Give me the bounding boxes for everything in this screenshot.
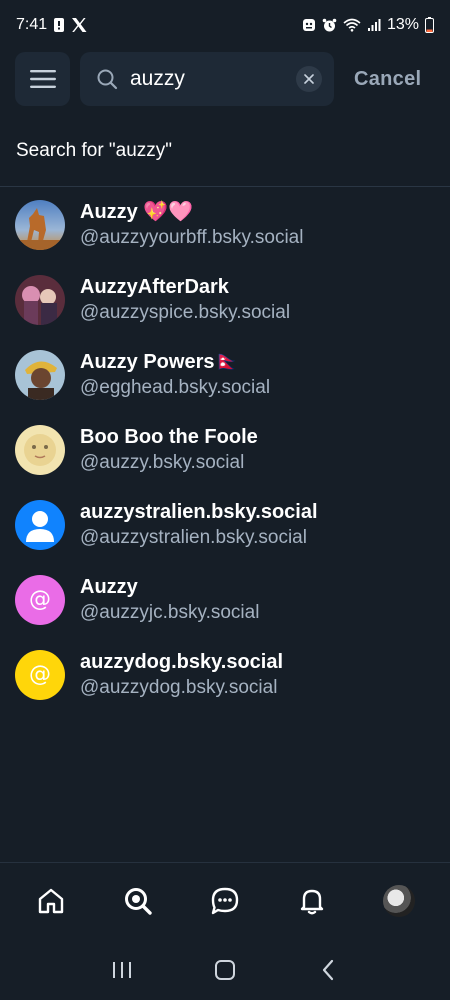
hamburger-menu-icon — [29, 70, 56, 88]
back-button[interactable] — [308, 950, 348, 990]
result-handle: @auzzy.bsky.social — [80, 451, 245, 473]
result-handle: @auzzystralien.bsky.social — [80, 526, 307, 548]
result-row[interactable]: @ Auzzy @auzzyjc.bsky.social — [0, 562, 450, 637]
bell-icon — [300, 889, 323, 914]
battery-percentage: 13% — [386, 16, 419, 33]
search-box[interactable] — [80, 52, 334, 106]
search-results-list: Auzzy 💖🩷 @auzzyyourbff.bsky.social Auzzy… — [0, 187, 450, 712]
search-input[interactable] — [130, 67, 280, 91]
nav-notifications[interactable] — [287, 876, 337, 926]
result-name: Boo Boo the Foole — [80, 425, 258, 448]
home-icon — [39, 888, 64, 913]
search-header: Cancel — [15, 52, 435, 106]
result-handle: @auzzyjc.bsky.social — [80, 601, 260, 623]
avatar — [15, 349, 65, 400]
battery-icon — [425, 17, 434, 33]
signal-icon — [367, 18, 381, 32]
status-left: 7:41 — [16, 16, 87, 34]
at-icon: @ — [15, 649, 65, 700]
profile-avatar — [382, 884, 415, 917]
nav-search[interactable] — [113, 876, 163, 926]
home-square-icon — [214, 960, 235, 980]
avatar — [15, 424, 65, 475]
result-name: Auzzy — [80, 575, 138, 598]
result-name: auzzystralien.bsky.social — [80, 500, 318, 523]
cancel-button[interactable]: Cancel — [354, 68, 421, 91]
close-icon — [304, 74, 314, 84]
default-user-icon — [15, 499, 65, 550]
result-row[interactable]: auzzystralien.bsky.social @auzzystralien… — [0, 487, 450, 562]
notification-icon — [53, 17, 65, 33]
android-icon — [302, 18, 316, 32]
system-nav-bar — [0, 940, 450, 1000]
clear-search-button[interactable] — [296, 66, 322, 92]
x-logo-icon — [71, 17, 87, 33]
result-row[interactable]: Boo Boo the Foole @auzzy.bsky.social — [0, 412, 450, 487]
recent-apps-button[interactable] — [102, 950, 142, 990]
result-handle: @auzzyyourbff.bsky.social — [80, 226, 304, 248]
chat-icon — [211, 887, 239, 914]
search-for-query[interactable]: Search for "auzzy" — [16, 140, 172, 162]
chevron-left-icon — [323, 959, 334, 981]
at-icon: @ — [15, 574, 65, 625]
result-name: auzzydog.bsky.social — [80, 650, 284, 673]
wifi-icon — [343, 18, 361, 32]
bottom-nav — [0, 862, 450, 938]
search-icon — [125, 887, 152, 915]
result-name: Auzzy Powers🇳🇵 — [80, 350, 240, 373]
home-system-button[interactable] — [205, 950, 245, 990]
status-right: 13% — [302, 16, 434, 34]
nav-home[interactable] — [26, 876, 76, 926]
result-handle: @egghead.bsky.social — [80, 376, 271, 398]
result-row[interactable]: @ auzzydog.bsky.social @auzzydog.bsky.so… — [0, 637, 450, 712]
result-row[interactable]: Auzzy 💖🩷 @auzzyyourbff.bsky.social — [0, 187, 450, 262]
status-bar: 7:41 13% — [0, 0, 450, 50]
nav-profile[interactable] — [374, 876, 424, 926]
result-handle: @auzzydog.bsky.social — [80, 676, 278, 698]
nav-chat[interactable] — [200, 876, 250, 926]
avatar — [15, 199, 65, 250]
recent-apps-icon — [112, 962, 131, 978]
alarm-icon — [322, 18, 337, 33]
status-time: 7:41 — [16, 16, 48, 33]
menu-button[interactable] — [15, 52, 70, 106]
result-row[interactable]: Auzzy Powers🇳🇵 @egghead.bsky.social — [0, 337, 450, 412]
avatar — [15, 274, 65, 325]
result-handle: @auzzyspice.bsky.social — [80, 301, 291, 323]
search-icon — [96, 68, 118, 90]
result-name: AuzzyAfterDark — [80, 275, 229, 298]
result-name: Auzzy 💖🩷 — [80, 200, 194, 223]
result-row[interactable]: AuzzyAfterDark @auzzyspice.bsky.social — [0, 262, 450, 337]
